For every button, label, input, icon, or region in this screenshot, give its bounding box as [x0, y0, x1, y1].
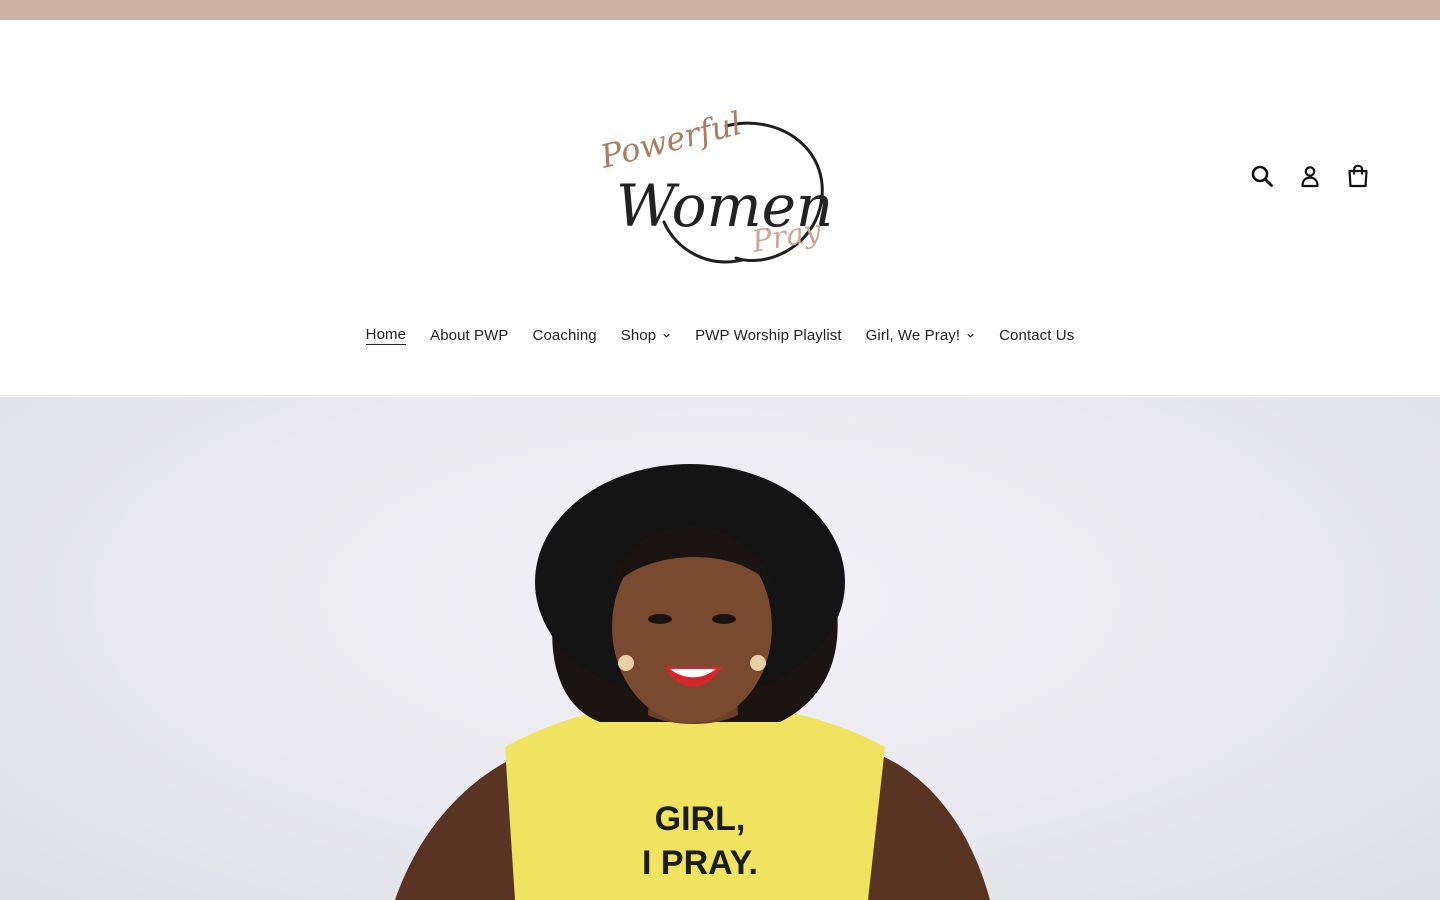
main-nav: Home About PWP Coaching Shop PWP Worship… — [0, 320, 1440, 350]
nav-item-label: Coaching — [532, 326, 597, 344]
site-logo[interactable]: Powerful Women Pray — [596, 90, 844, 270]
nav-item-shop[interactable]: Shop — [621, 327, 671, 344]
nav-item-girl-we-pray[interactable]: Girl, We Pray! — [866, 327, 975, 344]
nav-item-contact-us[interactable]: Contact Us — [999, 327, 1074, 344]
nav-item-coaching[interactable]: Coaching — [533, 327, 597, 344]
nav-item-label: Shop — [620, 326, 657, 344]
shirt-text-line-2: I PRAY. — [642, 844, 758, 882]
header-icons — [1248, 160, 1372, 192]
nav-item-home[interactable]: Home — [365, 325, 407, 345]
chevron-down-icon — [966, 331, 975, 340]
nav-item-label: Girl, We Pray! — [865, 326, 961, 344]
cart-icon[interactable] — [1344, 162, 1372, 190]
hero-photo: GIRL, I PRAY. — [395, 464, 990, 900]
hero-banner: GIRL, I PRAY. — [0, 397, 1440, 900]
shirt-text-line-1: GIRL, — [655, 800, 746, 838]
nav-item-label: Contact Us — [999, 326, 1075, 344]
logo-word-powerful: Powerful — [596, 104, 745, 176]
account-icon[interactable] — [1296, 162, 1324, 190]
nav-item-pwp-worship-playlist[interactable]: PWP Worship Playlist — [695, 327, 842, 344]
nav-item-about-pwp[interactable]: About PWP — [430, 327, 508, 344]
announcement-bar — [0, 0, 1440, 20]
nav-item-label: PWP Worship Playlist — [695, 326, 842, 344]
chevron-down-icon — [662, 331, 671, 340]
logo-mark: Powerful Women Pray — [596, 104, 833, 264]
nav-item-label: About PWP — [430, 326, 509, 344]
site-header: Powerful Women Pray Home About PWP Coach… — [0, 20, 1440, 396]
search-icon[interactable] — [1248, 162, 1276, 190]
nav-item-label: Home — [365, 325, 407, 345]
